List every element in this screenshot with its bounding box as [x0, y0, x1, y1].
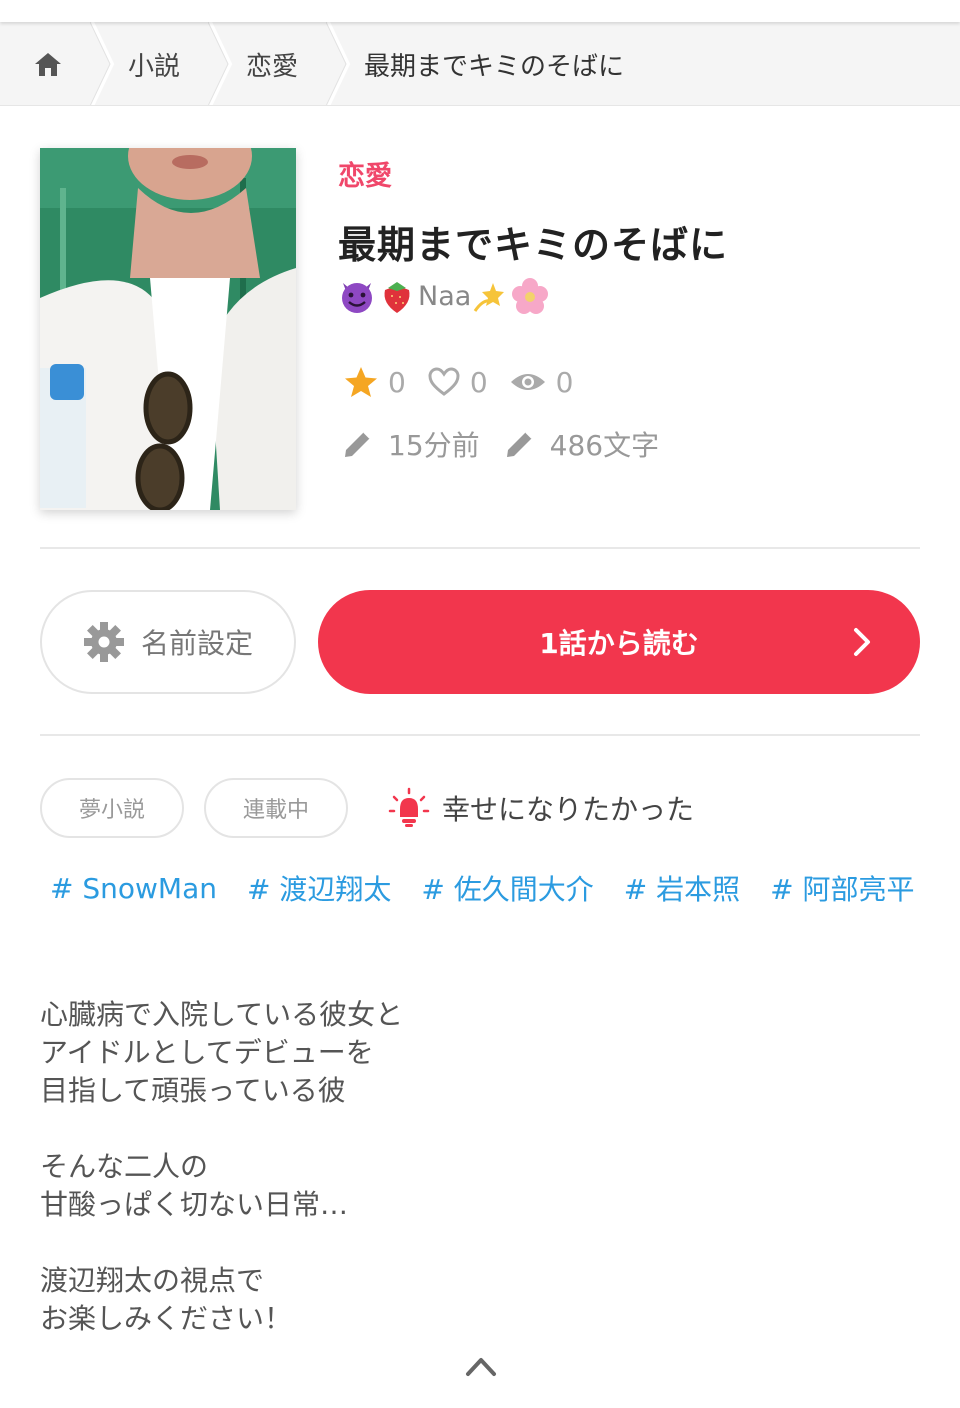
breadcrumb-separator: [326, 22, 351, 105]
star-count[interactable]: 0: [344, 366, 406, 399]
description-line: アイドルとしてデビューを: [40, 1036, 374, 1069]
top-bar: [0, 0, 960, 22]
chevron-right-icon: [854, 628, 870, 656]
breadcrumb-item-romance[interactable]: 恋愛: [246, 22, 298, 105]
description-line: 心臓病で入院している彼女と: [40, 998, 404, 1031]
like-count[interactable]: 0: [428, 366, 488, 399]
breadcrumb-item-novel[interactable]: 小説: [128, 22, 180, 105]
description-line: 目指して頑張っている彼: [40, 1074, 346, 1107]
breadcrumb-item-current: 最期までキミのそばに: [364, 51, 625, 82]
read-from-chapter-1-button[interactable]: 1話から読む: [318, 590, 920, 694]
home-icon: [35, 53, 61, 76]
tag-pill-dream-novel[interactable]: 夢小説: [40, 778, 184, 838]
cover-image[interactable]: [40, 148, 296, 510]
breadcrumb-home[interactable]: [28, 22, 68, 105]
pencil-icon: [345, 431, 371, 457]
mood-label: 幸せになりたかった: [388, 786, 694, 830]
strawberry-emoji-icon: [384, 282, 410, 313]
description-line: お楽しみください！: [40, 1302, 293, 1335]
tag-pill-serializing[interactable]: 連載中: [204, 778, 348, 838]
story-description: 心臓病で入院している彼女と アイドルとしてデビューを 目指して頑張っている彼 そ…: [40, 996, 900, 1338]
hashtag-list: # SnowMan # 渡辺翔太 # 佐久間大介 # 岩本照 # 阿部亮平: [50, 866, 944, 910]
gear-icon: [83, 622, 124, 662]
story-meta: 15分前 486文字: [342, 424, 683, 464]
description-line: 甘酸っぱく切ない日常…: [40, 1188, 349, 1221]
author-name: Naa: [418, 280, 472, 312]
genre-label[interactable]: 恋愛: [338, 154, 392, 193]
description-line: 渡辺翔太の視点で: [40, 1264, 265, 1297]
description-line: [40, 1224, 900, 1262]
dizzy-emoji-icon: [474, 283, 505, 312]
description-line: [40, 1110, 900, 1148]
divider: [40, 734, 920, 736]
hashtag-link[interactable]: # SnowMan: [50, 872, 217, 905]
breadcrumb-separator: [208, 22, 233, 105]
pencil-icon: [506, 431, 533, 457]
light-bulb-icon: [388, 787, 430, 827]
heart-icon: [428, 367, 460, 396]
breadcrumb-separator: [90, 22, 115, 105]
divider: [40, 547, 920, 549]
character-count: 486文字: [504, 424, 659, 464]
name-setting-button[interactable]: 名前設定: [40, 590, 296, 694]
updated-time: 15分前: [342, 424, 480, 464]
description-line: そんな二人の: [40, 1150, 209, 1183]
story-stats: 0 0 0: [344, 362, 595, 402]
author-link[interactable]: Naa: [338, 276, 551, 316]
hashtag-link[interactable]: # 佐久間大介: [421, 868, 593, 908]
eye-icon: [510, 374, 545, 390]
star-icon: [345, 367, 377, 397]
chevron-up-icon[interactable]: [464, 1354, 498, 1378]
view-count: 0: [510, 366, 573, 399]
story-title: 最期までキミのそばに: [338, 223, 729, 267]
hashtag-link[interactable]: # 渡辺翔太: [247, 868, 391, 908]
hashtag-link[interactable]: # 阿部亮平: [770, 868, 914, 908]
breadcrumb: 小説 恋愛 最期までキミのそばに: [0, 22, 960, 106]
smiling-devil-emoji-icon: [342, 283, 372, 313]
hashtag-link[interactable]: # 岩本照: [624, 868, 740, 908]
cherry-blossom-emoji-icon: [512, 278, 549, 314]
